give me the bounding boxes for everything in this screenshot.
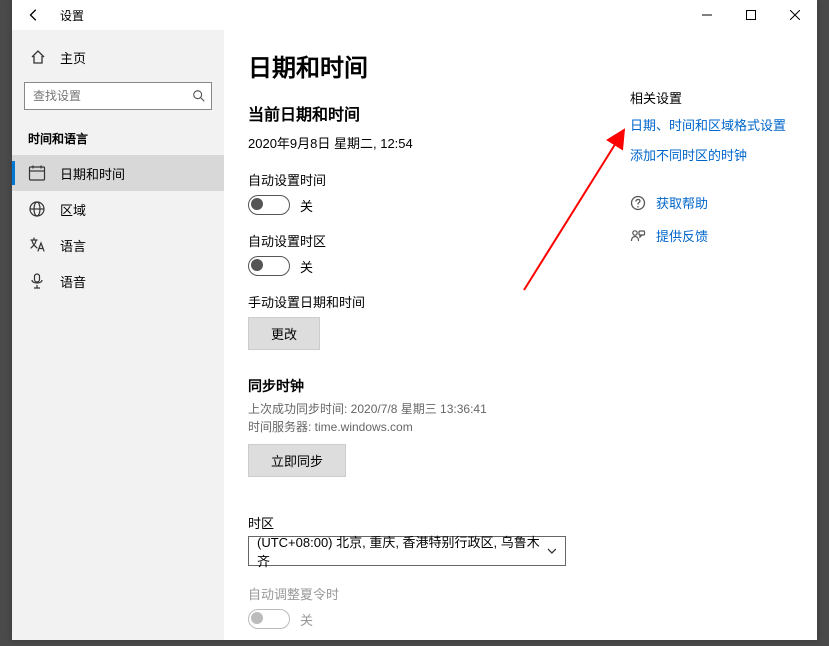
language-icon xyxy=(28,236,46,254)
feedback-icon xyxy=(630,228,646,244)
maximize-icon xyxy=(746,10,756,20)
sidebar-item-label: 语音 xyxy=(60,272,86,291)
related-settings-heading: 相关设置 xyxy=(630,88,810,107)
related-settings-pane: 相关设置 日期、时间和区域格式设置 添加不同时区的时钟 获取帮助 提供反馈 xyxy=(630,88,810,245)
manual-set-label: 手动设置日期和时间 xyxy=(248,292,793,311)
content-area: 日期和时间 当前日期和时间 2020年9月8日 星期二, 12:54 自动设置时… xyxy=(224,30,817,640)
minimize-icon xyxy=(702,10,712,20)
maximize-button[interactable] xyxy=(729,0,773,30)
settings-window: 设置 主页 时间和语言 xyxy=(12,0,817,640)
dst-toggle xyxy=(248,609,290,629)
dst-label: 自动调整夏令时 xyxy=(248,584,793,603)
auto-time-state: 关 xyxy=(300,196,313,215)
back-button[interactable] xyxy=(12,0,56,30)
auto-tz-toggle[interactable] xyxy=(248,256,290,276)
window-title: 设置 xyxy=(60,7,84,24)
search-icon xyxy=(192,89,206,103)
sync-clock-heading: 同步时钟 xyxy=(248,376,793,396)
link-formats[interactable]: 日期、时间和区域格式设置 xyxy=(630,117,810,135)
sidebar-item-label: 语言 xyxy=(60,236,86,255)
sidebar-item-datetime[interactable]: 日期和时间 xyxy=(12,155,224,191)
timezone-value: (UTC+08:00) 北京, 重庆, 香港特别行政区, 乌鲁木齐 xyxy=(257,532,547,570)
auto-tz-state: 关 xyxy=(300,257,313,276)
link-give-feedback[interactable]: 提供反馈 xyxy=(656,226,708,245)
sync-last-time: 上次成功同步时间: 2020/7/8 星期三 13:36:41 xyxy=(248,402,487,416)
auto-time-toggle[interactable] xyxy=(248,195,290,215)
sidebar-item-label: 日期和时间 xyxy=(60,164,125,183)
sidebar-item-speech[interactable]: 语音 xyxy=(12,263,224,299)
arrow-left-icon xyxy=(27,8,41,22)
help-icon xyxy=(630,195,646,211)
search-wrap xyxy=(24,82,212,110)
sidebar-home-label: 主页 xyxy=(60,48,86,67)
minimize-button[interactable] xyxy=(685,0,729,30)
dst-state: 关 xyxy=(300,610,313,629)
sidebar-item-language[interactable]: 语言 xyxy=(12,227,224,263)
sidebar-category: 时间和语言 xyxy=(12,116,224,155)
link-get-help[interactable]: 获取帮助 xyxy=(656,193,708,212)
link-additional-clocks[interactable]: 添加不同时区的时钟 xyxy=(630,147,810,165)
close-icon xyxy=(790,10,800,20)
sidebar-item-label: 区域 xyxy=(60,200,86,219)
chevron-down-icon xyxy=(547,546,557,556)
sync-server: 时间服务器: time.windows.com xyxy=(248,420,413,434)
title-bar: 设置 xyxy=(12,0,817,30)
globe-icon xyxy=(28,200,46,218)
timezone-label: 时区 xyxy=(248,513,793,532)
client-area: 主页 时间和语言 日期和时间 区域 xyxy=(12,30,817,640)
search-input[interactable] xyxy=(24,82,212,110)
calendar-clock-icon xyxy=(28,164,46,182)
sync-now-button[interactable]: 立即同步 xyxy=(248,444,346,477)
home-icon xyxy=(30,49,46,65)
sidebar: 主页 时间和语言 日期和时间 区域 xyxy=(12,30,224,640)
page-title: 日期和时间 xyxy=(248,48,793,83)
sidebar-item-region[interactable]: 区域 xyxy=(12,191,224,227)
close-button[interactable] xyxy=(773,0,817,30)
sync-meta: 上次成功同步时间: 2020/7/8 星期三 13:36:41 时间服务器: t… xyxy=(248,400,793,436)
microphone-icon xyxy=(28,272,46,290)
timezone-select[interactable]: (UTC+08:00) 北京, 重庆, 香港特别行政区, 乌鲁木齐 xyxy=(248,536,566,566)
change-button[interactable]: 更改 xyxy=(248,317,320,350)
sidebar-home[interactable]: 主页 xyxy=(12,40,224,74)
